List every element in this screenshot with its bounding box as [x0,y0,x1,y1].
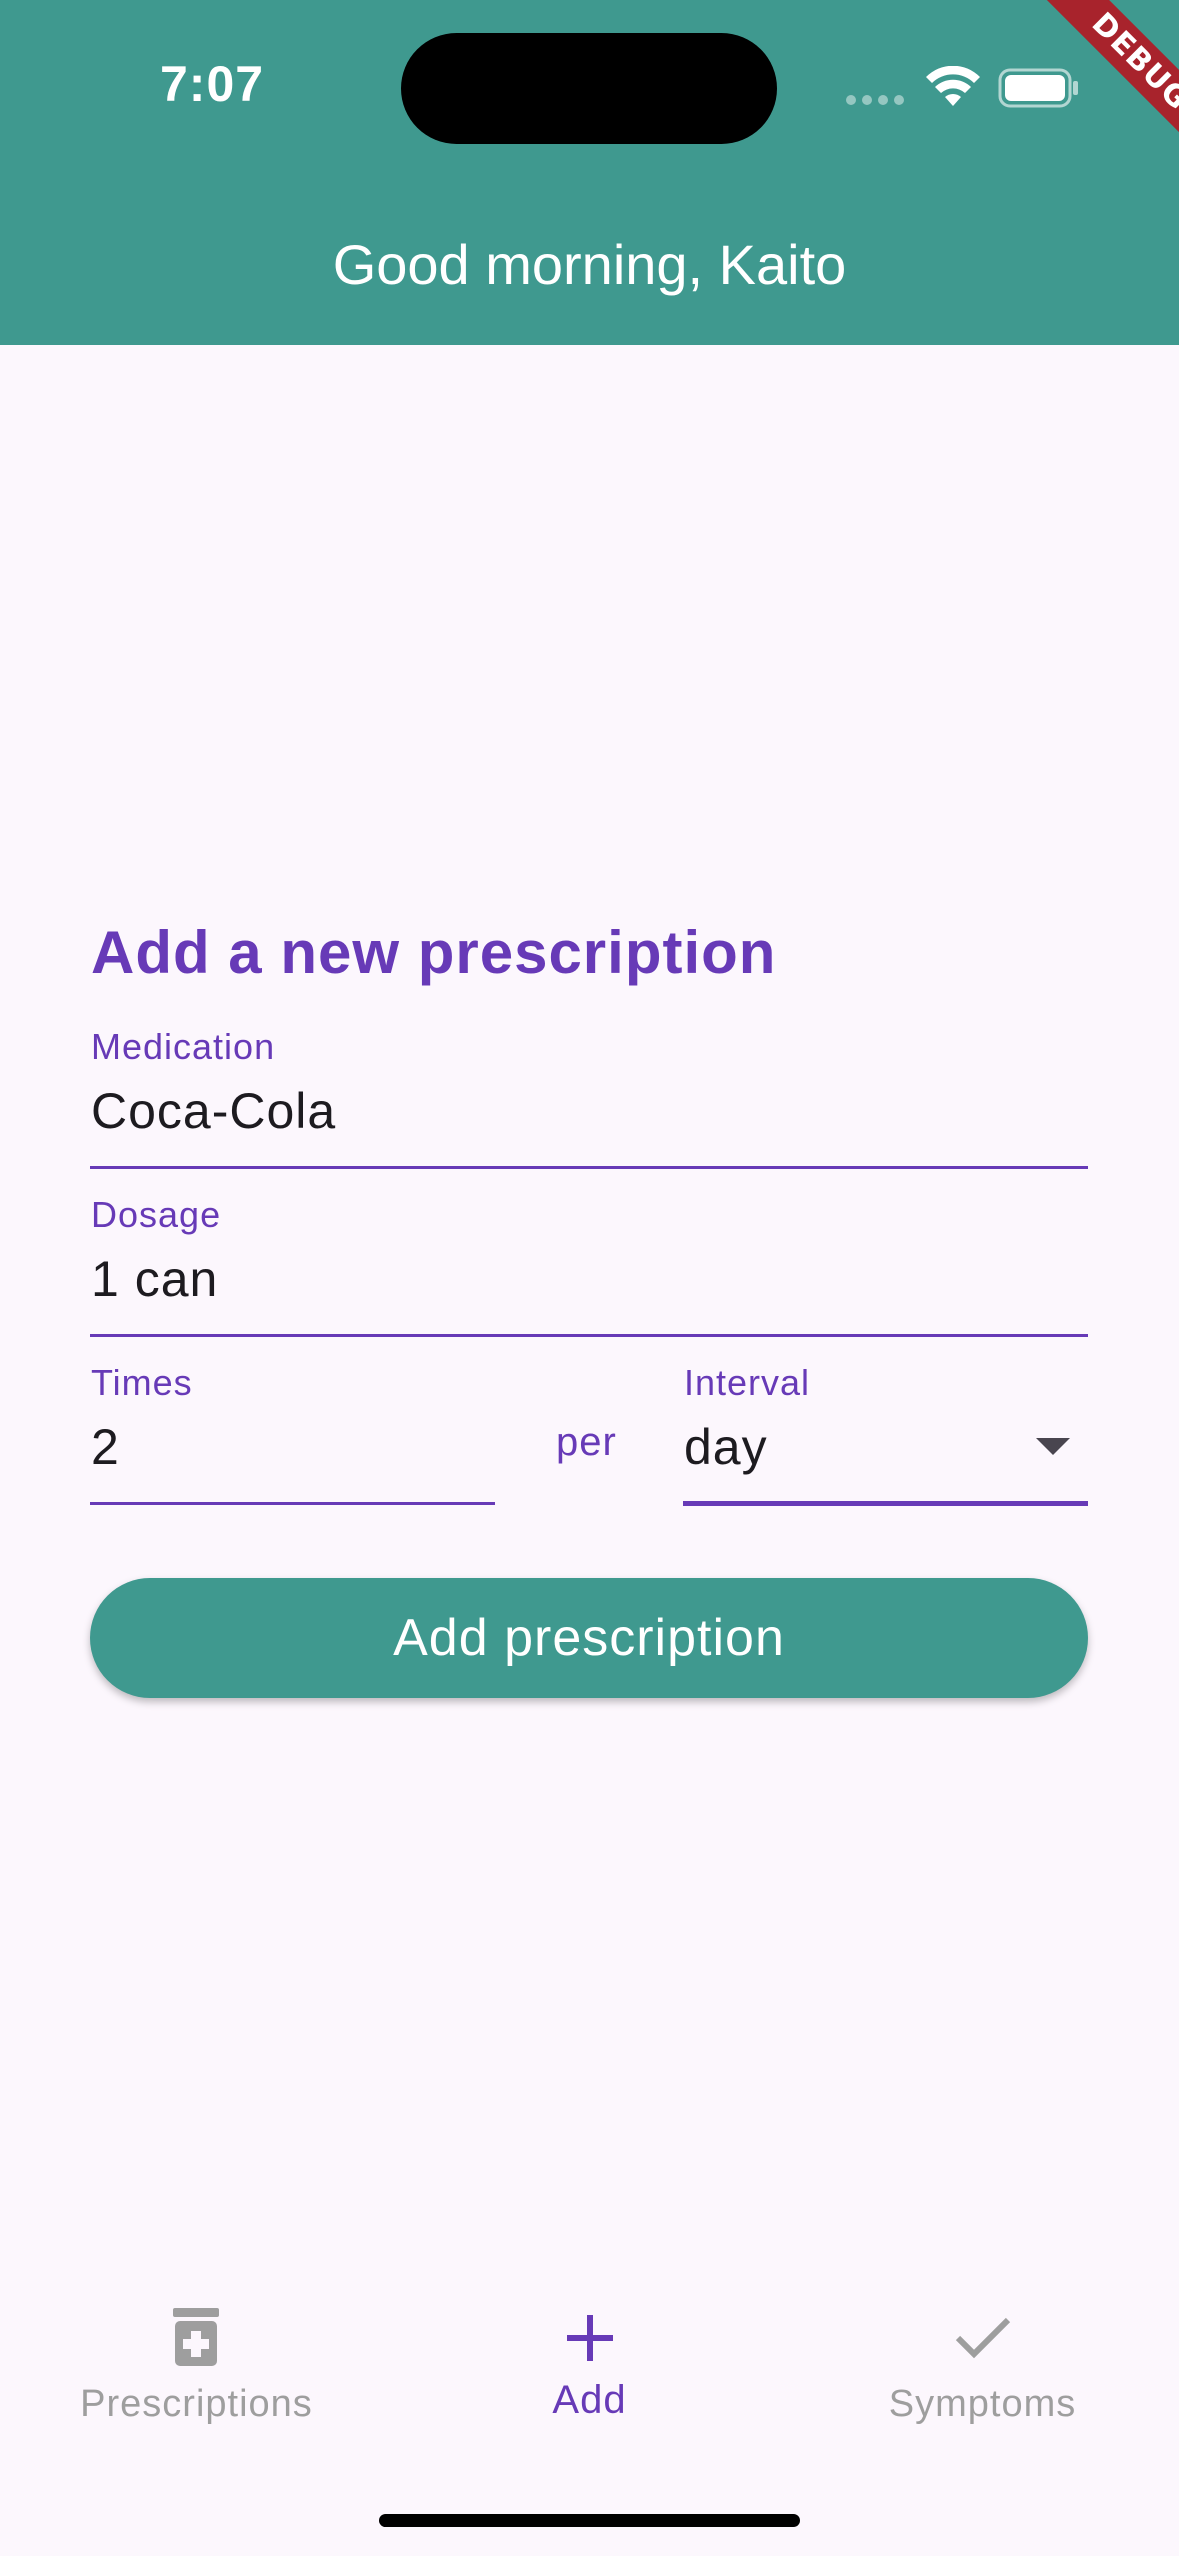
plus-icon [567,2315,613,2361]
dosage-underline [90,1334,1088,1337]
interval-underline [683,1501,1088,1506]
times-label: Times [91,1362,193,1403]
dosage-label: Dosage [91,1194,222,1235]
medicine-bottle-icon [173,2308,219,2366]
status-time: 7:07 [160,56,265,112]
dynamic-island [401,33,777,144]
interval-selected-value[interactable]: day [684,1418,768,1476]
app-bar-title: Good morning, Kaito [332,233,847,296]
battery-icon [998,68,1078,108]
interval-label: Interval [684,1362,811,1403]
per-text: per [556,1420,617,1464]
checkmark-icon [955,2317,1011,2359]
nav-label-add: Add [552,2378,627,2422]
add-prescription-button[interactable]: Add prescription [90,1578,1088,1698]
nav-item-prescriptions[interactable]: Prescriptions [0,2278,393,2478]
dosage-input[interactable]: 1 can [91,1250,218,1308]
nav-item-add[interactable]: Add [393,2278,786,2478]
medication-input[interactable]: Coca-Cola [91,1082,336,1140]
times-underline [90,1502,495,1505]
signal-dots-icon [846,95,904,105]
nav-label-prescriptions: Prescriptions [80,2383,313,2425]
nav-label-symptoms: Symptoms [888,2383,1077,2425]
medication-label: Medication [91,1026,276,1067]
nav-item-symptoms[interactable]: Symptoms [786,2278,1179,2478]
dropdown-arrow-icon[interactable] [1036,1438,1070,1455]
wifi-icon [926,66,980,106]
home-indicator[interactable] [379,2514,800,2527]
medication-underline [90,1166,1088,1169]
times-input[interactable]: 2 [91,1418,120,1476]
form-heading: Add a new prescription [91,919,777,986]
app-bar: 7:07 DEBUG Good morning, Kaito [0,0,1179,345]
